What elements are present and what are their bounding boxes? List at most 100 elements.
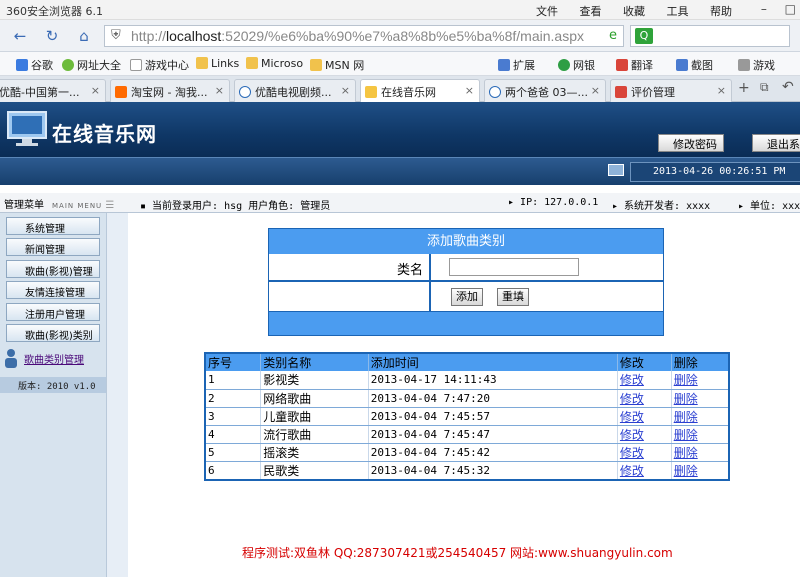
sidebar-item-category-manage[interactable]: 歌曲类别管理 <box>6 349 100 367</box>
toolbar-extensions[interactable]: 扩展 <box>498 57 535 73</box>
delete-link[interactable]: 删除 <box>674 446 698 460</box>
gamepad-icon <box>738 59 750 71</box>
address-bar[interactable]: ⛨ http://localhost:52029/%e6%ba%90%e7%a8… <box>104 25 624 47</box>
browser-title-bar: 360安全浏览器 6.1 文件 查看 收藏 工具 帮助 – □ <box>0 0 800 20</box>
home-icon[interactable]: ⌂ <box>72 25 96 47</box>
close-icon[interactable]: × <box>91 84 100 97</box>
sidebar-item-news[interactable]: 新闻管理 <box>6 238 100 256</box>
menu-view[interactable]: 查看 <box>580 5 602 18</box>
form-title: 添加歌曲类别 <box>269 229 663 254</box>
table-row: 6 民歌类 2013-04-04 7:45:32 修改 删除 <box>205 461 730 480</box>
fav-msn[interactable]: MSN 网 <box>310 57 364 73</box>
edit-link[interactable]: 修改 <box>620 373 644 387</box>
delete-link[interactable]: 删除 <box>674 428 698 442</box>
site-icon <box>365 86 377 98</box>
tab-youku-tv[interactable]: 优酷电视剧频... × <box>234 79 356 102</box>
maximize-icon[interactable]: □ <box>785 2 796 16</box>
menu-help[interactable]: 帮助 <box>710 5 732 18</box>
sidebar-item-songs[interactable]: 歌曲(影视)管理 <box>6 260 100 278</box>
category-name-input[interactable] <box>449 258 579 276</box>
play-icon <box>489 86 501 98</box>
edit-link[interactable]: 修改 <box>620 446 644 460</box>
edit-link[interactable]: 修改 <box>620 428 644 442</box>
close-icon[interactable]: × <box>341 84 350 97</box>
fav-games[interactable]: 游戏中心 <box>130 57 189 73</box>
tab-music-site[interactable]: 在线音乐网 × <box>360 79 480 102</box>
fav-microsoft[interactable]: Microso <box>246 57 303 70</box>
sidebar-item-users[interactable]: 注册用户管理 <box>6 303 100 321</box>
delete-link[interactable]: 删除 <box>674 464 698 478</box>
row-time: 2013-04-04 7:45:42 <box>368 443 618 462</box>
row-name: 影视类 <box>260 371 369 390</box>
toolbar-bank[interactable]: 网银 <box>558 57 595 73</box>
tab-youku[interactable]: 优酷-中国第一... × <box>0 79 106 102</box>
shield-icon <box>558 59 570 71</box>
undo-icon[interactable]: ↶ <box>782 79 794 95</box>
close-icon[interactable]: × <box>465 84 474 97</box>
refresh-icon[interactable]: ↻ <box>40 25 64 47</box>
row-name: 网络歌曲 <box>260 389 369 408</box>
restore-tab-icon[interactable]: ⧉ <box>760 80 769 95</box>
change-password-button[interactable]: 修改密码 <box>658 134 724 152</box>
sidebar-item-system[interactable]: 系统管理 <box>6 217 100 235</box>
info-bar: 管理菜单 MAIN MENU ☰ ▪ 当前登录用户: hsg 用户角色: 管理员 … <box>0 193 800 213</box>
toolbar-translate[interactable]: 翻译 <box>616 57 653 73</box>
site-icon <box>615 86 627 98</box>
developer-info: ▸ 系统开发者: xxxx <box>612 201 711 212</box>
logout-button[interactable]: 退出系 <box>752 134 800 152</box>
google-icon <box>16 59 28 71</box>
edit-link[interactable]: 修改 <box>620 464 644 478</box>
delete-link[interactable]: 删除 <box>674 392 698 406</box>
col-time: 添加时间 <box>368 353 618 371</box>
toolbar-games[interactable]: 游戏 <box>738 57 775 73</box>
add-button[interactable]: 添加 <box>451 288 483 306</box>
edit-link[interactable]: 修改 <box>620 410 644 424</box>
close-icon[interactable]: × <box>591 84 600 97</box>
close-icon[interactable]: × <box>717 84 726 97</box>
row-id: 1 <box>205 371 262 390</box>
fav-nav[interactable]: 网址大全 <box>62 57 121 73</box>
minimize-icon[interactable]: – <box>761 2 767 16</box>
form-row-buttons: 添加 重填 <box>269 282 663 312</box>
tab-review[interactable]: 评价管理 × <box>610 79 732 102</box>
search-engine-icon[interactable]: Q <box>635 28 653 44</box>
sidebar-item-categories[interactable]: 歌曲(影视)类别 <box>6 324 100 342</box>
delete-link[interactable]: 删除 <box>674 410 698 424</box>
tab-taobao[interactable]: 淘宝网 - 淘我... × <box>110 79 230 102</box>
translate-icon <box>616 59 628 71</box>
new-tab-icon[interactable]: + <box>738 80 750 96</box>
row-id: 6 <box>205 461 262 480</box>
fav-links[interactable]: Links <box>196 57 239 70</box>
form-row-name: 类名 <box>269 254 663 282</box>
toolbar-screenshot[interactable]: 截图 <box>676 57 713 73</box>
browser-menu-bar: 文件 查看 收藏 工具 帮助 <box>536 3 750 19</box>
tab-two-dads[interactable]: 两个爸爸 03—... × <box>484 79 606 102</box>
form-blank-cell <box>269 282 431 312</box>
close-icon[interactable]: × <box>215 84 224 97</box>
shield-icon: ⛨ <box>111 28 121 43</box>
delete-link[interactable]: 删除 <box>674 373 698 387</box>
add-category-form: 添加歌曲类别 类名 添加 重填 <box>268 228 664 336</box>
back-icon[interactable]: ← <box>8 25 32 47</box>
fav-google[interactable]: 谷歌 <box>16 57 53 73</box>
category-table: 序号 类别名称 添加时间 修改 删除 1 影视类 2013-04-17 14:1… <box>204 352 730 481</box>
reset-button[interactable]: 重填 <box>497 288 529 306</box>
navigation-bar: ← ↻ ⌂ ⛨ http://localhost:52029/%e6%ba%90… <box>0 20 800 52</box>
page-icon <box>130 59 142 71</box>
ie-mode-icon[interactable]: e <box>609 28 617 43</box>
keyboard-icon <box>608 164 624 176</box>
globe-icon <box>62 59 74 71</box>
row-time: 2013-04-04 7:45:57 <box>368 407 618 426</box>
menu-favorites[interactable]: 收藏 <box>623 5 645 18</box>
edit-link[interactable]: 修改 <box>620 392 644 406</box>
row-name: 民歌类 <box>260 461 369 480</box>
search-box[interactable]: Q <box>630 25 790 47</box>
menu-tools[interactable]: 工具 <box>667 5 689 18</box>
col-edit: 修改 <box>617 353 672 371</box>
row-time: 2013-04-04 7:47:20 <box>368 389 618 408</box>
sidebar-splitter[interactable] <box>106 213 128 577</box>
datetime-display: 2013-04-26 00:26:51 PM <box>630 162 800 182</box>
scissors-icon <box>676 59 688 71</box>
menu-file[interactable]: 文件 <box>536 5 558 18</box>
sidebar-item-links[interactable]: 友情连接管理 <box>6 281 100 299</box>
